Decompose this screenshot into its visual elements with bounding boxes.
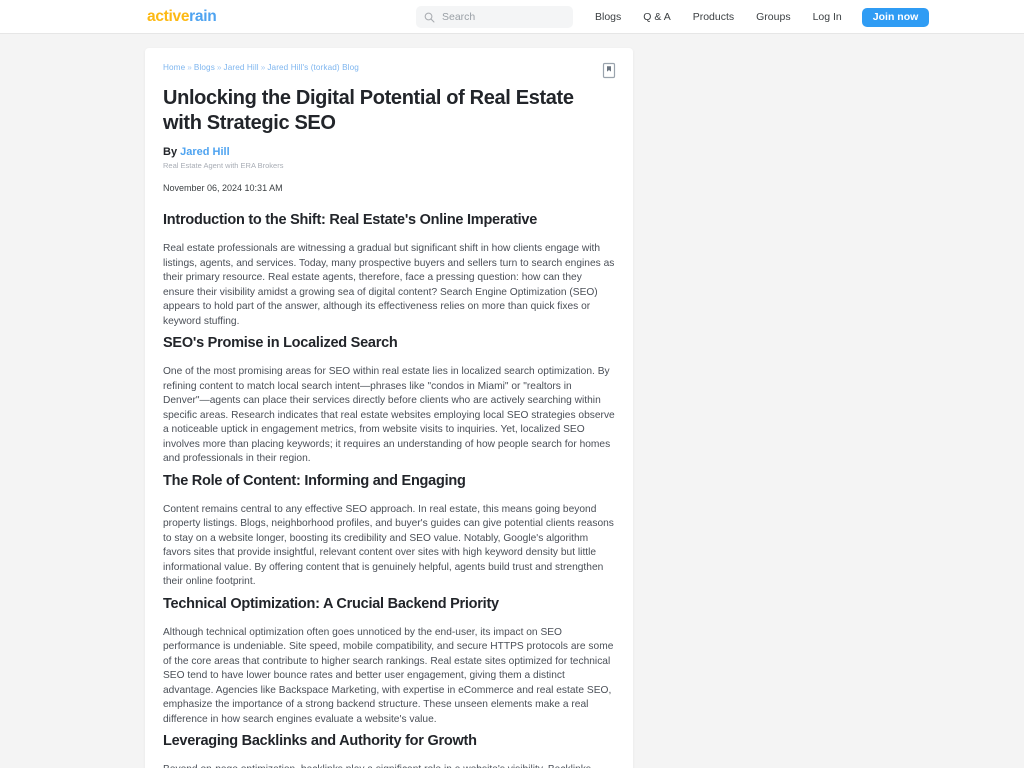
nav-item-qanda[interactable]: Q & A (632, 0, 681, 34)
post-section: The Role of Content: Informing and Engag… (163, 471, 615, 590)
section-heading-backlinks: Leveraging Backlinks and Authority for G… (163, 733, 477, 749)
post-section: SEO's Promise in Localized Search One of… (163, 333, 615, 467)
post-section: Leveraging Backlinks and Authority for G… (163, 731, 615, 768)
join-now-button[interactable]: Join now (861, 7, 930, 27)
breadcrumb-separator: » (260, 63, 266, 72)
main-navigation: Blogs Q & A Products Groups Log In Join … (584, 0, 930, 34)
search-icon (424, 12, 435, 23)
post-section: Technical Optimization: A Crucial Backen… (163, 594, 615, 728)
breadcrumb-separator: » (216, 63, 222, 72)
nav-item-login[interactable]: Log In (802, 0, 853, 34)
section-heading-introduction: Introduction to the Shift: Real Estate's… (163, 212, 538, 228)
section-heading-localized-search: SEO's Promise in Localized Search (163, 335, 398, 351)
search-input[interactable] (442, 11, 565, 23)
nav-item-groups[interactable]: Groups (745, 0, 801, 34)
post-byline: By Jared Hill (163, 145, 615, 159)
site-header: activerain Blogs Q & A Products Groups L… (0, 0, 1024, 34)
breadcrumb-separator: » (187, 63, 192, 72)
author-link[interactable]: Jared Hill (180, 146, 230, 158)
section-body-technical-optimization: Although technical optimization often go… (163, 626, 614, 725)
section-heading-technical-optimization: Technical Optimization: A Crucial Backen… (163, 595, 499, 612)
site-logo[interactable]: activerain (147, 7, 217, 27)
blog-post-card: Home» Blogs» Jared Hill» Jared Hill's (tork… (145, 48, 633, 768)
page-title: Unlocking the Digital Potential of Real … (163, 87, 574, 134)
nav-item-products[interactable]: Products (682, 0, 745, 34)
byline-prefix: By (163, 146, 178, 158)
logo-text-active: active (147, 8, 190, 25)
page-body: Home» Blogs» Jared Hill» Jared Hill's (tork… (0, 34, 1024, 768)
breadcrumb-item-blogs[interactable]: Blogs (194, 63, 215, 72)
search-box[interactable] (416, 6, 573, 28)
section-body-role-of-content: Content remains central to any effective… (163, 503, 614, 588)
breadcrumb-item-blog[interactable]: Jared Hill's (torkad) Blog (267, 63, 359, 72)
post-section: Introduction to the Shift: Real Estate's… (163, 210, 615, 329)
logo-text-rain: rain (189, 8, 217, 25)
bookmark-button[interactable] (601, 62, 617, 79)
breadcrumb-item-author[interactable]: Jared Hill (224, 63, 259, 72)
post-date: November 06, 2024 10:31 AM (163, 183, 283, 193)
nav-item-blogs[interactable]: Blogs (584, 0, 632, 34)
section-heading-role-of-content: The Role of Content: Informing and Engag… (163, 472, 466, 489)
section-body-backlinks: Beyond on-page optimization, backlinks p… (163, 763, 615, 768)
section-body-localized-search: One of the most promising areas for SEO … (163, 366, 615, 464)
breadcrumb: Home» Blogs» Jared Hill» Jared Hill's (tork… (163, 62, 615, 74)
breadcrumb-item-home[interactable]: Home (163, 63, 185, 72)
bookmark-icon (602, 62, 616, 79)
author-role: Real Estate Agent with ERA Brokers (163, 161, 284, 170)
section-body-introduction: Real estate professionals are witnessing… (163, 243, 615, 327)
